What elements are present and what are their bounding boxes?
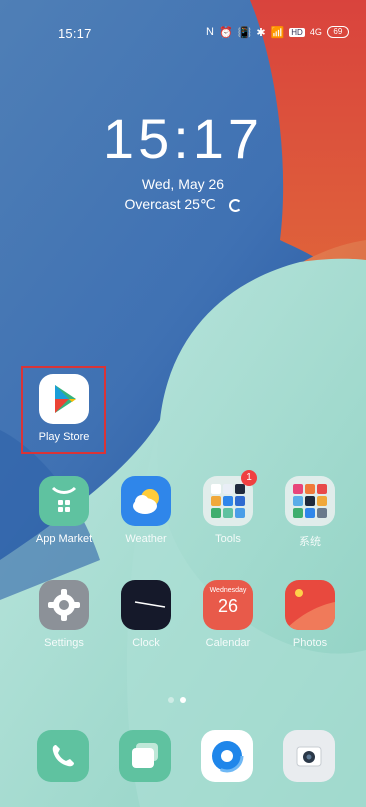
calendar-day-name: Wednesday [209,587,247,594]
calendar-icon: Wednesday 26 [203,580,253,630]
status-time: 15:17 [58,26,92,41]
app-weather[interactable]: Weather [108,476,184,545]
nfc-icon: N [206,26,214,38]
settings-icon [39,580,89,630]
app-photos[interactable]: Photos [272,580,348,649]
app-calendar[interactable]: Wednesday 26 Calendar [190,580,266,649]
weather-icon [121,476,171,526]
page-dot [168,697,174,703]
selection-highlight [21,366,106,454]
clock-widget-date: Wed, May 26 [141,176,225,192]
app-label: Weather [125,533,167,545]
camera-icon [283,730,335,782]
system-folder-icon [285,476,335,526]
dock-browser[interactable] [189,730,265,782]
dock-messages[interactable] [107,730,183,782]
notification-badge: 1 [241,470,257,486]
app-label: Calendar [205,637,251,649]
messages-icon [119,730,171,782]
app-label: 系统 [299,536,321,548]
browser-icon [201,730,253,782]
refresh-icon[interactable] [228,198,242,212]
wifi-icon: 📶 [270,26,285,39]
bluetooth-icon: ✱ [256,26,266,39]
phone-icon [37,730,89,782]
app-settings[interactable]: Settings [26,580,102,649]
alarm-icon: ⏰ [218,26,233,39]
app-app-market[interactable]: App Market [26,476,102,545]
vibrate-icon: 📳 [237,26,252,39]
app-label: App Market [35,533,93,545]
status-bar: 15:17 N ⏰ 📳 ✱ 📶 HD 4G 69 [0,0,366,60]
clock-icon [121,580,171,630]
clock-widget-time[interactable]: 15:17 [0,106,366,171]
app-label: Settings [44,637,84,649]
app-label: Clock [132,637,160,649]
photos-icon [285,580,335,630]
folder-system[interactable]: 系统 [272,476,348,549]
calendar-day-number: 26 [217,596,239,616]
signal-icon: 4G [309,27,322,37]
page-indicator [168,697,186,703]
hd-icon: HD [289,27,305,37]
app-label: Tools [215,533,241,545]
status-icons: N ⏰ 📳 ✱ 📶 HD 4G 69 [206,24,349,40]
weather-text: Overcast 25℃ [124,196,216,212]
battery-icon: 69 [326,26,349,38]
dock-phone[interactable] [25,730,101,782]
app-clock[interactable]: Clock [108,580,184,649]
weather-widget[interactable]: Overcast 25℃ [0,196,366,213]
dock-camera[interactable] [271,730,347,782]
app-label: Photos [292,637,328,649]
tools-folder-icon: 1 [203,470,257,526]
folder-tools[interactable]: 1 Tools [190,470,266,545]
page-dot-active [180,697,186,703]
app-market-icon [39,476,89,526]
